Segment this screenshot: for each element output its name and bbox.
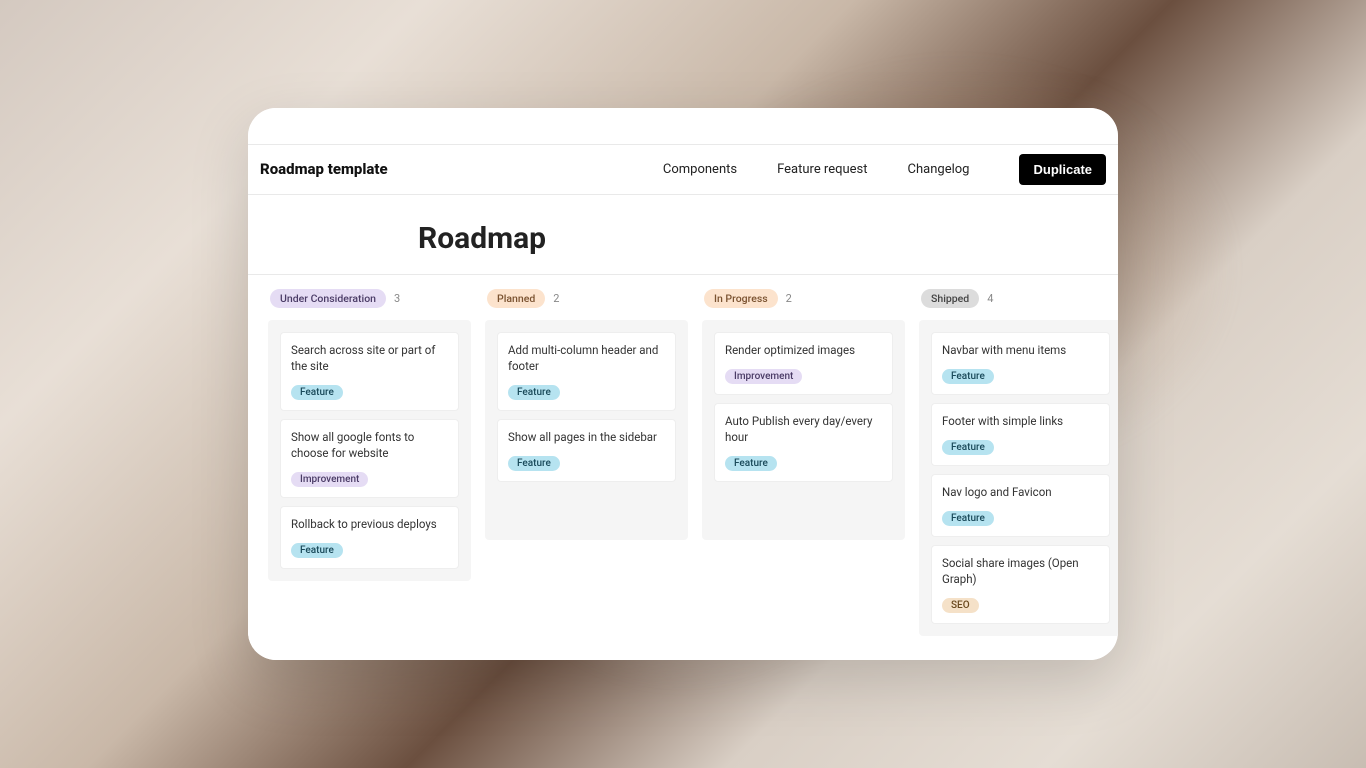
card[interactable]: Search across site or part of the site F… xyxy=(280,332,459,411)
card[interactable]: Add multi-column header and footer Featu… xyxy=(497,332,676,411)
card[interactable]: Footer with simple links Feature xyxy=(931,403,1110,466)
page-title: Roadmap xyxy=(418,221,1118,256)
card-title: Search across site or part of the site xyxy=(291,342,448,374)
card-title: Nav logo and Favicon xyxy=(942,484,1099,500)
column-body: Search across site or part of the site F… xyxy=(268,320,471,581)
card-tag-feature: Feature xyxy=(508,456,560,471)
card[interactable]: Auto Publish every day/every hour Featur… xyxy=(714,403,893,482)
column-body: Add multi-column header and footer Featu… xyxy=(485,320,688,540)
card-tag-seo: SEO xyxy=(942,598,979,613)
card-title: Footer with simple links xyxy=(942,413,1099,429)
nav-feature-request[interactable]: Feature request xyxy=(777,162,867,177)
card-tag-improvement: Improvement xyxy=(725,369,802,384)
card-tag-improvement: Improvement xyxy=(291,472,368,487)
status-pill-under-consideration[interactable]: Under Consideration xyxy=(270,289,386,308)
main-nav: Components Feature request Changelog Dup… xyxy=(663,154,1106,185)
page-title-section: Roadmap xyxy=(248,195,1118,275)
card-tag-feature: Feature xyxy=(291,543,343,558)
card-tag-feature: Feature xyxy=(291,385,343,400)
card[interactable]: Rollback to previous deploys Feature xyxy=(280,506,459,569)
nav-components[interactable]: Components xyxy=(663,162,737,177)
card[interactable]: Show all google fonts to choose for webs… xyxy=(280,419,459,498)
column-count: 2 xyxy=(553,292,559,305)
site-title: Roadmap template xyxy=(260,160,388,178)
column-body: Render optimized images Improvement Auto… xyxy=(702,320,905,540)
column-header: Under Consideration 3 xyxy=(268,289,471,308)
card-title: Show all google fonts to choose for webs… xyxy=(291,429,448,461)
card[interactable]: Nav logo and Favicon Feature xyxy=(931,474,1110,537)
site-header: Roadmap template Components Feature requ… xyxy=(248,145,1118,195)
column-count: 3 xyxy=(394,292,400,305)
column-under-consideration: Under Consideration 3 Search across site… xyxy=(268,289,471,636)
column-header: Shipped 4 xyxy=(919,289,1118,308)
card[interactable]: Navbar with menu items Feature xyxy=(931,332,1110,395)
app-window: Roadmap template Components Feature requ… xyxy=(248,108,1118,660)
status-pill-in-progress[interactable]: In Progress xyxy=(704,289,778,308)
card-title: Show all pages in the sidebar xyxy=(508,429,665,445)
kanban-board: Under Consideration 3 Search across site… xyxy=(248,275,1118,660)
status-pill-shipped[interactable]: Shipped xyxy=(921,289,979,308)
nav-changelog[interactable]: Changelog xyxy=(908,162,970,177)
card-tag-feature: Feature xyxy=(942,369,994,384)
card-title: Navbar with menu items xyxy=(942,342,1099,358)
card[interactable]: Render optimized images Improvement xyxy=(714,332,893,395)
card-title: Auto Publish every day/every hour xyxy=(725,413,882,445)
column-body: Navbar with menu items Feature Footer wi… xyxy=(919,320,1118,636)
card-tag-feature: Feature xyxy=(942,440,994,455)
status-pill-planned[interactable]: Planned xyxy=(487,289,545,308)
column-count: 4 xyxy=(987,292,993,305)
card-title: Social share images (Open Graph) xyxy=(942,555,1099,587)
column-planned: Planned 2 Add multi-column header and fo… xyxy=(485,289,688,636)
card-tag-feature: Feature xyxy=(725,456,777,471)
card-title: Add multi-column header and footer xyxy=(508,342,665,374)
column-header: Planned 2 xyxy=(485,289,688,308)
card-tag-feature: Feature xyxy=(508,385,560,400)
column-header: In Progress 2 xyxy=(702,289,905,308)
card[interactable]: Social share images (Open Graph) SEO xyxy=(931,545,1110,624)
card-tag-feature: Feature xyxy=(942,511,994,526)
duplicate-button[interactable]: Duplicate xyxy=(1019,154,1106,185)
card-title: Render optimized images xyxy=(725,342,882,358)
card[interactable]: Show all pages in the sidebar Feature xyxy=(497,419,676,482)
card-title: Rollback to previous deploys xyxy=(291,516,448,532)
column-in-progress: In Progress 2 Render optimized images Im… xyxy=(702,289,905,636)
browser-topbar xyxy=(248,108,1118,145)
column-count: 2 xyxy=(786,292,792,305)
column-shipped: Shipped 4 Navbar with menu items Feature… xyxy=(919,289,1118,636)
